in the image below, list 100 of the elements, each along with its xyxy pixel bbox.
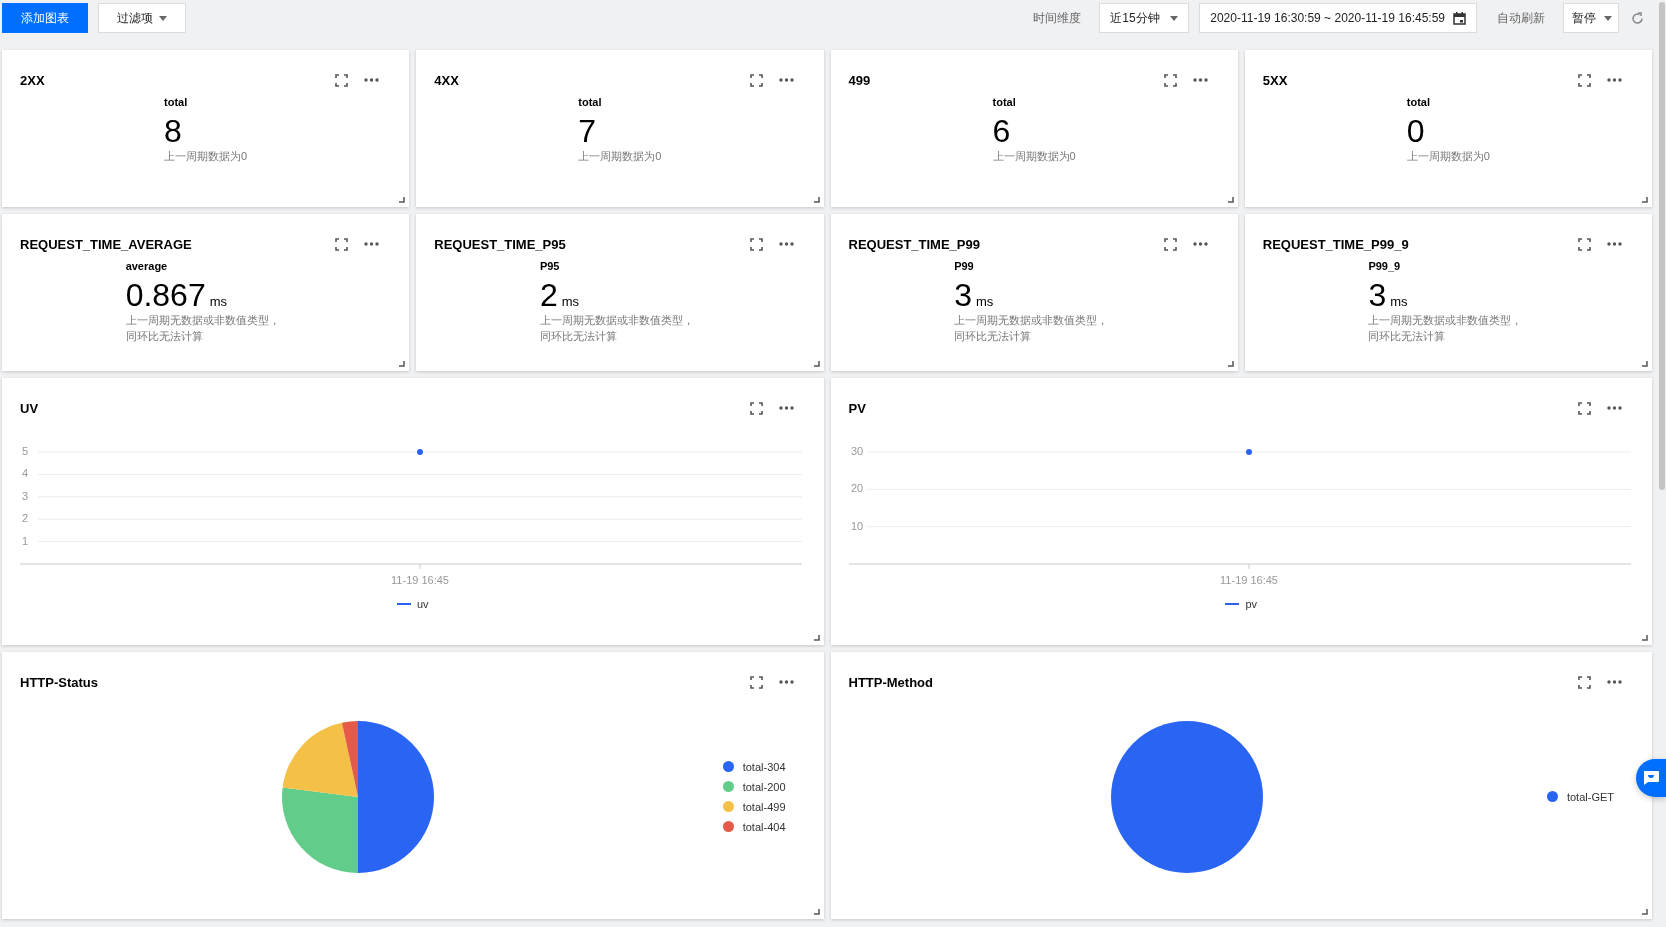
axis-tick-label: 20 bbox=[850, 482, 863, 495]
caret-icon bbox=[1604, 15, 1612, 21]
resize-handle-icon[interactable] bbox=[1642, 909, 1648, 915]
time-range-select[interactable]: 近15分钟 bbox=[1099, 3, 1190, 33]
unit-label: ms bbox=[975, 294, 994, 309]
more-icon[interactable] bbox=[1607, 680, 1622, 684]
fullscreen-icon[interactable] bbox=[1163, 237, 1177, 251]
metric-value: 0 bbox=[1406, 114, 1425, 148]
resize-handle-icon[interactable] bbox=[1227, 361, 1234, 367]
metric-value: 3 bbox=[1368, 278, 1387, 312]
comparison-note: 上一周期无数据或非数值类型，同环比无法计算 bbox=[539, 313, 695, 344]
fullscreen-icon[interactable] bbox=[749, 675, 763, 689]
chat-icon bbox=[1642, 770, 1660, 786]
more-icon[interactable] bbox=[778, 78, 794, 82]
comparison-note: 上一周期数据为0 bbox=[1406, 149, 1490, 164]
axis-tick-label: 5 bbox=[22, 444, 29, 457]
fullscreen-icon[interactable] bbox=[335, 73, 349, 87]
resize-handle-icon[interactable] bbox=[813, 361, 820, 367]
fullscreen-icon[interactable] bbox=[749, 73, 763, 87]
more-icon[interactable] bbox=[778, 680, 794, 684]
metric-label: total bbox=[578, 96, 603, 108]
more-icon[interactable] bbox=[1607, 78, 1622, 82]
legend-label[interactable]: total-304 bbox=[742, 760, 786, 773]
axis-tick-label: 11-19 16:45 bbox=[1219, 574, 1278, 586]
card-title: PV bbox=[848, 400, 866, 416]
axis-tick-label: 4 bbox=[22, 467, 29, 480]
resize-handle-icon[interactable] bbox=[813, 635, 820, 641]
time-dimension-label: 时间维度 bbox=[1033, 9, 1082, 27]
more-icon[interactable] bbox=[1607, 406, 1622, 410]
comparison-note: 上一周期数据为0 bbox=[992, 149, 1076, 164]
metric-value: 6 bbox=[992, 114, 1011, 148]
resize-handle-icon[interactable] bbox=[813, 909, 820, 915]
comparison-note: 上一周期无数据或非数值类型，同环比无法计算 bbox=[954, 313, 1110, 344]
metric-label: total bbox=[164, 96, 189, 108]
scrollbar-thumb[interactable] bbox=[1659, 2, 1665, 490]
card-title: 2XX bbox=[20, 72, 45, 88]
legend-label[interactable]: total-200 bbox=[742, 780, 786, 793]
card-title: REQUEST_TIME_P95 bbox=[434, 236, 566, 252]
legend-label[interactable]: total-404 bbox=[742, 820, 786, 833]
comparison-note: 上一周期数据为0 bbox=[578, 149, 662, 164]
unit-label: ms bbox=[1390, 294, 1408, 309]
metric-value: 0.867 bbox=[125, 278, 206, 312]
comparison-note: 上一周期无数据或非数值类型，同环比无法计算 bbox=[1368, 313, 1524, 344]
metric-label: total bbox=[1406, 96, 1432, 108]
resize-handle-icon[interactable] bbox=[1642, 635, 1648, 641]
metric-label: average bbox=[125, 260, 169, 272]
legend-label: uv bbox=[416, 598, 429, 610]
card-title: UV bbox=[20, 400, 39, 416]
card-title: REQUEST_TIME_AVERAGE bbox=[20, 236, 192, 252]
resize-handle-icon[interactable] bbox=[1227, 197, 1234, 203]
resize-handle-icon[interactable] bbox=[1642, 361, 1648, 367]
axis-tick-label: 3 bbox=[22, 489, 29, 502]
caret-icon bbox=[159, 15, 167, 21]
resize-handle-icon[interactable] bbox=[1642, 197, 1648, 203]
more-icon[interactable] bbox=[364, 78, 380, 82]
axis-tick-label: 10 bbox=[850, 519, 863, 532]
card-title: HTTP-Method bbox=[848, 674, 933, 690]
filter-dropdown[interactable]: 过滤项 bbox=[98, 3, 186, 33]
caret-icon bbox=[1170, 15, 1179, 21]
fullscreen-icon[interactable] bbox=[1578, 401, 1591, 415]
metric-label: total bbox=[992, 96, 1017, 108]
more-icon[interactable] bbox=[778, 406, 794, 410]
date-range-field[interactable]: 2020-11-19 16:30:59 ~ 2020-11-19 16:45:59 bbox=[1199, 3, 1477, 33]
axis-tick-label: 11-19 16:45 bbox=[391, 574, 449, 586]
card-title: 5XX bbox=[1262, 72, 1288, 88]
more-icon[interactable] bbox=[364, 242, 380, 246]
fullscreen-icon[interactable] bbox=[1163, 73, 1177, 87]
legend-label[interactable]: total-GET bbox=[1566, 790, 1614, 803]
legend-label[interactable]: total-499 bbox=[742, 800, 786, 813]
more-icon[interactable] bbox=[1192, 78, 1208, 82]
comparison-note: 上一周期数据为0 bbox=[164, 149, 248, 164]
more-icon[interactable] bbox=[1607, 242, 1622, 246]
metric-label: P99 bbox=[954, 260, 975, 272]
card-title: 499 bbox=[848, 72, 871, 88]
resize-handle-icon[interactable] bbox=[813, 197, 820, 203]
add-chart-button[interactable]: 添加图表 bbox=[2, 3, 88, 33]
unit-label: ms bbox=[561, 294, 579, 309]
unit-label: ms bbox=[209, 294, 228, 309]
metric-label: P95 bbox=[539, 260, 561, 272]
fullscreen-icon[interactable] bbox=[1578, 675, 1591, 689]
card-title: REQUEST_TIME_P99 bbox=[848, 236, 980, 252]
fullscreen-icon[interactable] bbox=[749, 401, 763, 415]
fullscreen-icon[interactable] bbox=[749, 237, 763, 251]
fullscreen-icon[interactable] bbox=[335, 237, 349, 251]
more-icon[interactable] bbox=[1192, 242, 1208, 246]
metric-value: 2 bbox=[539, 278, 558, 312]
axis-tick-label: 2 bbox=[22, 512, 29, 525]
comparison-note: 上一周期无数据或非数值类型，同环比无法计算 bbox=[125, 313, 281, 344]
more-icon[interactable] bbox=[778, 242, 794, 246]
metric-value: 3 bbox=[954, 278, 972, 312]
card-title: HTTP-Status bbox=[20, 674, 98, 690]
refresh-mode-select[interactable]: 暂停 bbox=[1563, 3, 1619, 33]
fullscreen-icon[interactable] bbox=[1578, 237, 1591, 251]
metric-value: 7 bbox=[578, 114, 597, 148]
auto-refresh-label: 自动刷新 bbox=[1497, 9, 1545, 27]
refresh-icon[interactable] bbox=[1631, 11, 1644, 25]
metric-label: P99_9 bbox=[1368, 260, 1402, 272]
fullscreen-icon[interactable] bbox=[1578, 73, 1591, 87]
resize-handle-icon[interactable] bbox=[399, 197, 406, 203]
resize-handle-icon[interactable] bbox=[399, 361, 406, 367]
